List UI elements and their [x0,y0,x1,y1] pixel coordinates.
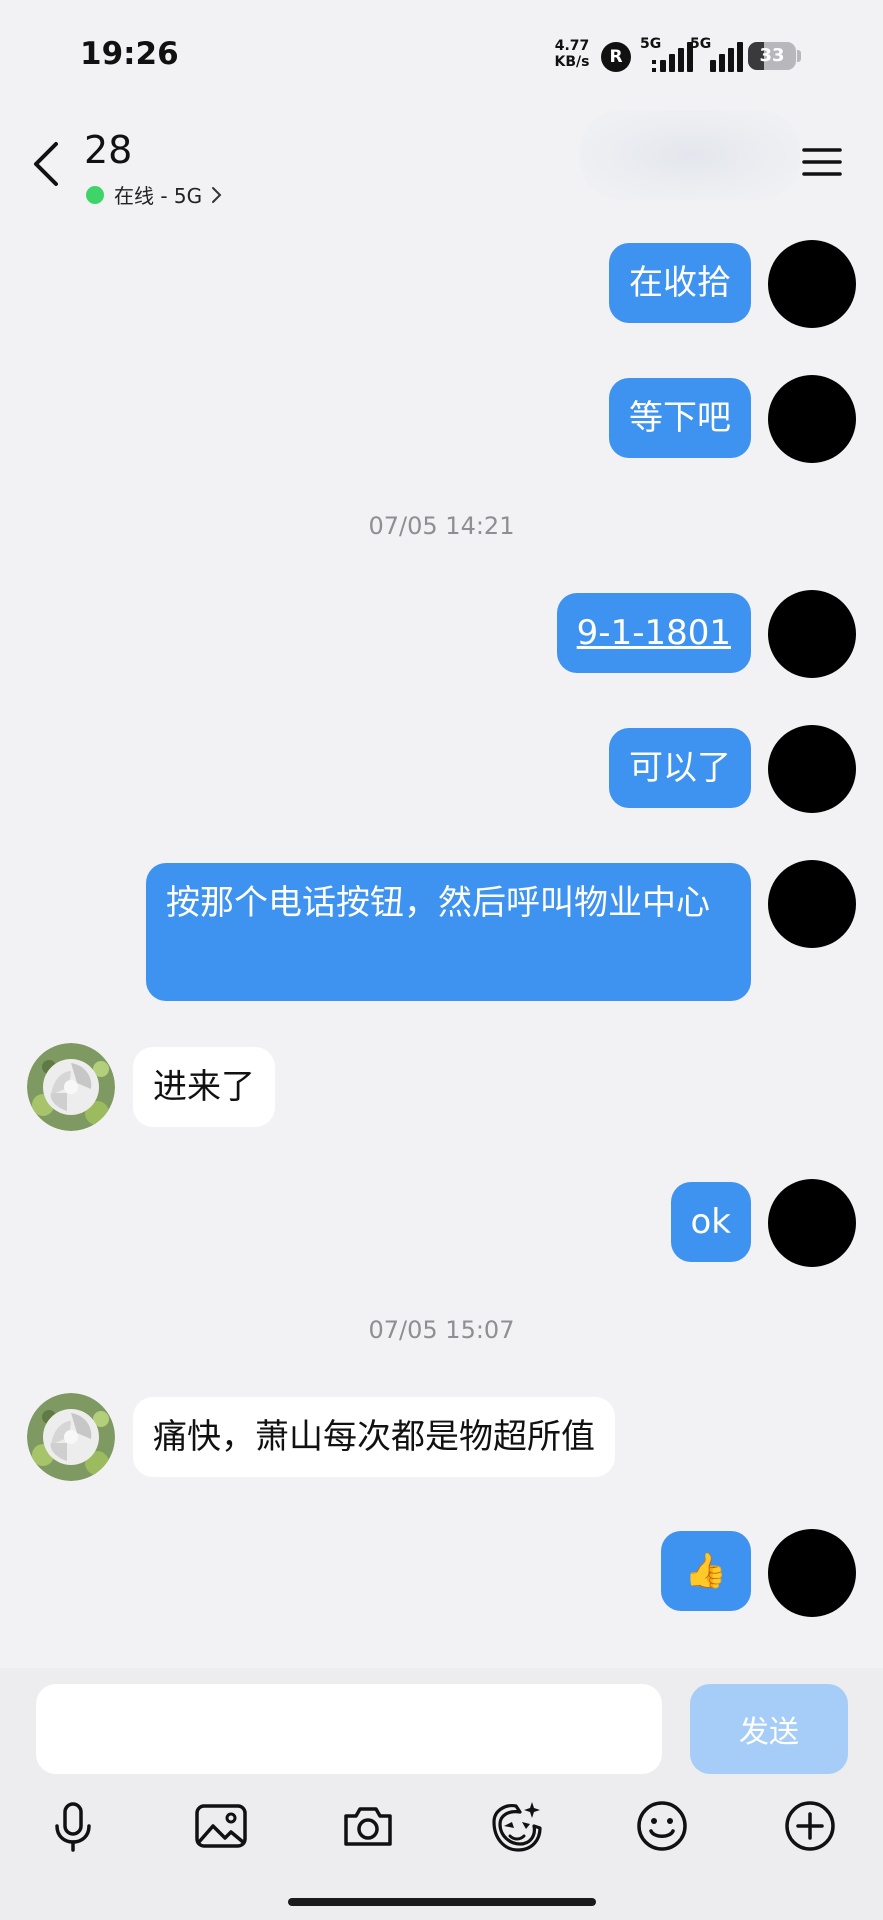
input-area: 发送 [0,1668,883,1920]
self-avatar[interactable] [768,240,856,328]
self-avatar[interactable] [768,590,856,678]
message-bubble[interactable]: 👍 [660,1531,751,1611]
camera-icon[interactable] [340,1798,396,1854]
message-list[interactable]: 在收拾 等下吧 07/05 14:21 9-1-1801 可以了 按那个电话按钮… [0,0,883,1660]
message-text: 等下吧 [629,398,731,438]
contact-avatar[interactable] [27,1393,115,1481]
self-avatar[interactable] [768,1179,856,1267]
message-bubble[interactable]: 9-1-1801 [556,593,751,673]
message-link[interactable]: 9-1-1801 [577,613,731,653]
plus-icon[interactable] [782,1798,838,1854]
sticker-icon[interactable] [486,1798,542,1854]
contact-avatar[interactable] [27,1043,115,1131]
contact-avatar-image [27,1393,115,1481]
emoji-icon[interactable] [634,1798,690,1854]
message-text: 痛快，萧山每次都是物超所值 [153,1417,595,1457]
message-bubble[interactable]: 进来了 [133,1047,275,1127]
send-button[interactable]: 发送 [690,1684,848,1774]
message-bubble[interactable]: 痛快，萧山每次都是物超所值 [133,1397,615,1477]
message-bubble[interactable]: 等下吧 [609,378,751,458]
message-timestamp: 07/05 15:07 [368,1316,515,1344]
message-text: 在收拾 [629,263,731,303]
self-avatar[interactable] [768,860,856,948]
message-bubble[interactable]: 在收拾 [609,243,751,323]
message-bubble[interactable]: 按那个电话按钮，然后呼叫物业中心 [146,863,751,1001]
thumbs-up-icon: 👍 [684,1551,727,1591]
message-text: ok [690,1202,732,1242]
self-avatar[interactable] [768,1529,856,1617]
message-text: 可以了 [629,748,731,788]
contact-avatar-image [27,1043,115,1131]
self-avatar[interactable] [768,375,856,463]
microphone-icon[interactable] [45,1798,101,1854]
message-text: 进来了 [153,1067,255,1107]
home-indicator[interactable] [288,1898,596,1906]
message-input[interactable] [36,1684,662,1774]
image-icon[interactable] [193,1798,249,1854]
message-bubble[interactable]: 可以了 [609,728,751,808]
message-text: 按那个电话按钮，然后呼叫物业中心 [166,883,710,923]
message-bubble[interactable]: ok [670,1182,751,1262]
self-avatar[interactable] [768,725,856,813]
message-timestamp: 07/05 14:21 [368,512,515,540]
